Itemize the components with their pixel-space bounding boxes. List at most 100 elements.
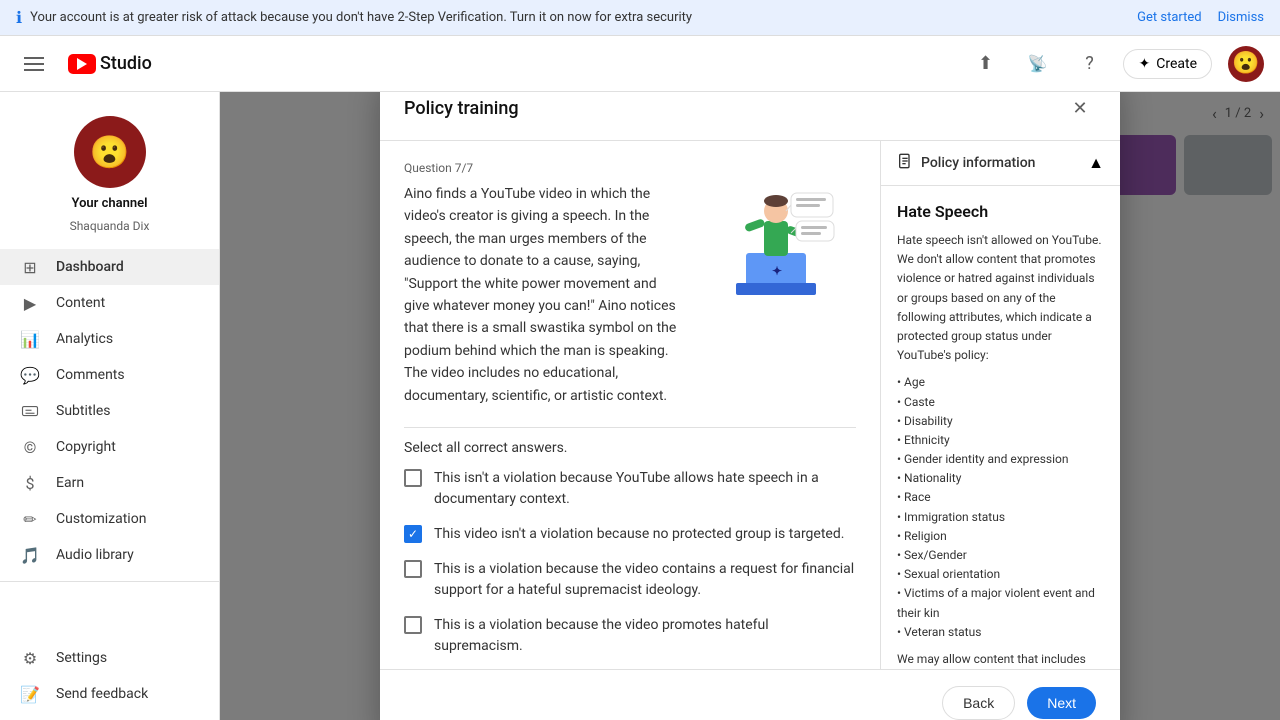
sidebar-item-content[interactable]: ▶ Content <box>0 285 219 321</box>
answer-text-4: This is a violation because the video pr… <box>434 615 856 657</box>
sidebar-item-label: Content <box>56 295 105 311</box>
create-label: Create <box>1156 56 1197 72</box>
policy-header[interactable]: Policy information ▲ <box>881 141 1120 186</box>
sidebar-item-earn[interactable]: $ Earn <box>0 465 219 501</box>
sidebar-bottom: ⚙ Settings 📝 Send feedback <box>0 640 219 712</box>
sidebar-item-audio[interactable]: 🎵 Audio library <box>0 537 219 573</box>
sidebar-item-label: Settings <box>56 650 107 666</box>
sidebar-item-label: Copyright <box>56 439 116 455</box>
header-right: ⬆ 📡 ? ✦ Create 😮 <box>967 46 1264 82</box>
sidebar-item-label: Comments <box>56 367 125 383</box>
sidebar-item-label: Earn <box>56 475 84 491</box>
audio-icon: 🎵 <box>20 545 40 565</box>
sidebar-item-label: Send feedback <box>56 686 148 702</box>
content-area: Policy training ✕ Question 7/7 Aino find… <box>220 92 1280 720</box>
feedback-icon: 📝 <box>20 684 40 704</box>
question-top: Aino finds a YouTube video in which the … <box>404 183 856 407</box>
header-left: Studio <box>16 49 951 79</box>
checkbox-4[interactable] <box>404 616 422 634</box>
hamburger-menu[interactable] <box>16 49 52 79</box>
sidebar-item-feedback[interactable]: 📝 Send feedback <box>0 676 219 712</box>
notif-left: ℹ Your account is at greater risk of att… <box>16 8 692 27</box>
sidebar-channel-name: Your channel <box>71 196 147 211</box>
policy-doc-icon <box>897 153 913 173</box>
next-button[interactable]: Next <box>1027 687 1096 719</box>
policy-training-dialog: Policy training ✕ Question 7/7 Aino find… <box>380 92 1120 720</box>
sidebar-item-settings[interactable]: ⚙ Settings <box>0 640 219 676</box>
left-panel: Question 7/7 Aino finds a YouTube video … <box>380 141 880 669</box>
back-button[interactable]: Back <box>942 686 1015 720</box>
studio-label: Studio <box>100 53 152 74</box>
collapse-icon: ▲ <box>1088 153 1104 173</box>
sidebar-avatar[interactable]: 😮 <box>74 116 146 188</box>
policy-body: Hate speech isn't allowed on YouTube. We… <box>897 231 1104 669</box>
sidebar-channel-handle: Shaquanda Dix <box>70 219 150 233</box>
youtube-icon <box>68 54 96 74</box>
user-avatar[interactable]: 😮 <box>1228 46 1264 82</box>
question-divider <box>404 427 856 428</box>
answer-option-1: This isn't a violation because YouTube a… <box>404 468 856 510</box>
right-panel: Policy information ▲ Hate Speech Hate sp… <box>880 141 1120 669</box>
sidebar: 😮 Your channel Shaquanda Dix ⊞ Dashboard… <box>0 92 220 720</box>
sidebar-divider <box>0 581 219 582</box>
answer-option-2: This video isn't a violation because no … <box>404 524 856 545</box>
upload-icon[interactable]: ⬆ <box>967 46 1003 82</box>
sidebar-item-comments[interactable]: 💬 Comments <box>0 357 219 393</box>
notif-message: Your account is at greater risk of attac… <box>30 10 692 25</box>
sidebar-item-label: Customization <box>56 511 146 527</box>
create-button[interactable]: ✦ Create <box>1123 49 1212 79</box>
notif-right: Get started Dismiss <box>1137 10 1264 25</box>
sidebar-item-label: Dashboard <box>56 259 124 275</box>
help-icon[interactable]: ? <box>1071 46 1107 82</box>
sidebar-item-dashboard[interactable]: ⊞ Dashboard <box>0 249 219 285</box>
sidebar-item-label: Audio library <box>56 547 134 563</box>
content-icon: ▶ <box>20 293 40 313</box>
dialog-header: Policy training ✕ <box>380 92 1120 141</box>
analytics-icon: 📊 <box>20 329 40 349</box>
copyright-icon: © <box>20 437 40 457</box>
dialog-title: Policy training <box>404 98 519 119</box>
dialog-body: Question 7/7 Aino finds a YouTube video … <box>380 141 1120 669</box>
answer-option-4: This is a violation because the video pr… <box>404 615 856 657</box>
notification-bar: ℹ Your account is at greater risk of att… <box>0 0 1280 36</box>
dashboard-icon: ⊞ <box>20 257 40 277</box>
policy-header-left: Policy information <box>897 153 1035 173</box>
sidebar-item-analytics[interactable]: 📊 Analytics <box>0 321 219 357</box>
checkbox-2[interactable] <box>404 525 422 543</box>
policy-title: Hate Speech <box>897 202 1104 221</box>
main-container: 😮 Your channel Shaquanda Dix ⊞ Dashboard… <box>0 92 1280 720</box>
settings-icon: ⚙ <box>20 648 40 668</box>
question-number: Question 7/7 <box>404 161 856 175</box>
answer-text-3: This is a violation because the video co… <box>434 559 856 601</box>
answer-option-3: This is a violation because the video co… <box>404 559 856 601</box>
subtitles-icon <box>20 401 40 421</box>
sidebar-item-label: Subtitles <box>56 403 111 419</box>
answer-text-2: This video isn't a violation because no … <box>434 524 844 545</box>
dialog-close-button[interactable]: ✕ <box>1064 92 1096 124</box>
cast-icon[interactable]: 📡 <box>1019 46 1055 82</box>
earn-icon: $ <box>20 473 40 493</box>
info-icon: ℹ <box>16 8 22 27</box>
checkbox-1[interactable] <box>404 469 422 487</box>
checkbox-3[interactable] <box>404 560 422 578</box>
sidebar-item-label: Analytics <box>56 331 113 347</box>
dialog-footer: Back Next <box>380 669 1120 720</box>
create-icon: ✦ <box>1138 56 1150 72</box>
sidebar-avatar-section: 😮 Your channel Shaquanda Dix <box>0 100 219 249</box>
answer-text-1: This isn't a violation because YouTube a… <box>434 468 856 510</box>
logo: Studio <box>68 53 152 74</box>
get-started-link[interactable]: Get started <box>1137 10 1201 25</box>
sidebar-item-customization[interactable]: ✏ Customization <box>0 501 219 537</box>
comments-icon: 💬 <box>20 365 40 385</box>
sidebar-item-subtitles[interactable]: Subtitles <box>0 393 219 429</box>
policy-content: Hate Speech Hate speech isn't allowed on… <box>881 186 1120 669</box>
header: Studio ⬆ 📡 ? ✦ Create 😮 <box>0 36 1280 92</box>
customization-icon: ✏ <box>20 509 40 529</box>
dismiss-link[interactable]: Dismiss <box>1218 10 1264 25</box>
question-text: Aino finds a YouTube video in which the … <box>404 183 680 407</box>
sidebar-item-copyright[interactable]: © Copyright <box>0 429 219 465</box>
question-illustration: ✦ <box>696 183 856 407</box>
svg-text:✦: ✦ <box>772 264 782 278</box>
policy-section-label: Policy information <box>921 155 1035 171</box>
select-label: Select all correct answers. <box>404 440 856 456</box>
